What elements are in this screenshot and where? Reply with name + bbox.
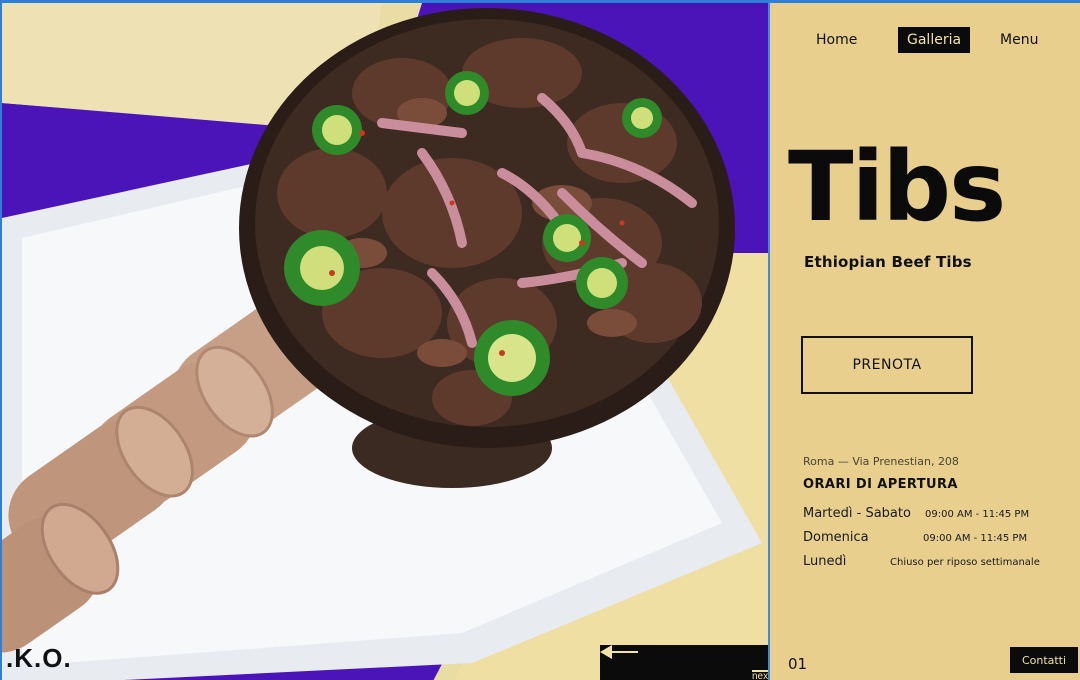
nav-menu[interactable]: Menu bbox=[1000, 27, 1038, 53]
hours-day: Domenica bbox=[803, 530, 869, 545]
hours-title: ORARI DI APERTURA bbox=[803, 477, 958, 492]
hours-time: Chiuso per riposo settimanale bbox=[890, 557, 1040, 568]
nav-home[interactable]: Home bbox=[816, 27, 857, 53]
hours-day: Lunedì bbox=[803, 554, 847, 569]
hours-row: Domenica 09:00 AM - 11:45 PM bbox=[803, 530, 1073, 548]
address: Roma — Via Prenestian, 208 bbox=[803, 455, 959, 468]
hours-time: 09:00 AM - 11:45 PM bbox=[925, 509, 1030, 520]
contact-button[interactable]: Contatti bbox=[1010, 647, 1078, 673]
hours-row: Lunedì Chiuso per riposo settimanale bbox=[803, 554, 1073, 572]
top-navigation: Home Galleria Menu bbox=[770, 27, 1080, 53]
next-label: next bbox=[752, 671, 768, 680]
brand-logo[interactable]: .K.O. bbox=[6, 643, 72, 674]
hours-time: 09:00 AM - 11:45 PM bbox=[923, 533, 1028, 544]
nav-gallery[interactable]: Galleria bbox=[898, 27, 971, 53]
food-illustration bbox=[2, 3, 768, 680]
reserve-button[interactable]: PRENOTA bbox=[801, 336, 973, 394]
slider-nav: next bbox=[600, 645, 768, 680]
dish-title: Tibs bbox=[788, 131, 1006, 243]
hours-row: Martedì - Sabato 09:00 AM - 11:45 PM bbox=[803, 506, 1073, 524]
hours-day: Martedì - Sabato bbox=[803, 506, 911, 521]
hero-photo: .K.O. next bbox=[0, 0, 768, 680]
dish-subtitle: Ethiopian Beef Tibs bbox=[804, 253, 972, 271]
slide-page-number: 01 bbox=[788, 655, 808, 673]
arrow-left-icon bbox=[600, 645, 638, 659]
info-panel: Home Galleria Menu Tibs Ethiopian Beef T… bbox=[768, 0, 1080, 680]
